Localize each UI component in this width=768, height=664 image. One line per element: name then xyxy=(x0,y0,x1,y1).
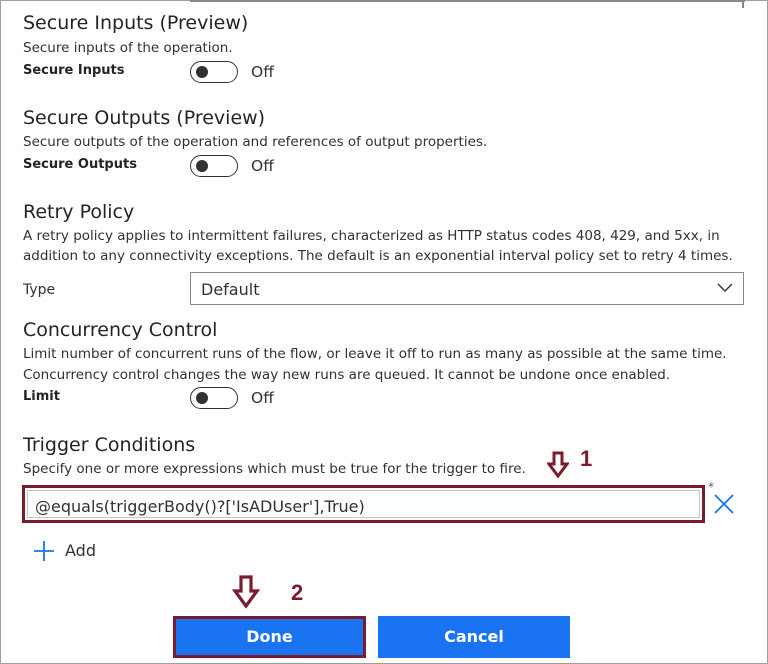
secure-inputs-label: Secure Inputs xyxy=(23,63,125,78)
secure-outputs-toggle[interactable] xyxy=(190,155,238,177)
secure-outputs-title: Secure Outputs (Preview) xyxy=(23,107,266,129)
annotation-marker-1: 1 xyxy=(580,446,593,471)
trigger-conditions-title: Trigger Conditions xyxy=(23,434,196,456)
secure-outputs-label: Secure Outputs xyxy=(23,157,137,172)
trigger-condition-input[interactable] xyxy=(33,492,677,520)
concurrency-title: Concurrency Control xyxy=(23,319,218,341)
retry-policy-description-2: addition to any connectivity exceptions.… xyxy=(23,248,733,264)
arrow-down-icon xyxy=(547,451,569,479)
trigger-condition-field xyxy=(22,485,705,523)
annotation-marker-2: 2 xyxy=(291,580,304,605)
concurrency-limit-toggle[interactable] xyxy=(190,387,238,409)
retry-type-label: Type xyxy=(23,282,56,298)
secure-inputs-toggle[interactable] xyxy=(190,61,238,83)
arrow-down-icon xyxy=(232,575,260,609)
close-icon[interactable] xyxy=(712,492,736,516)
add-condition-label: Add xyxy=(65,541,96,560)
secure-outputs-description: Secure outputs of the operation and refe… xyxy=(23,134,488,150)
secure-outputs-state: Off xyxy=(251,157,274,175)
retry-policy-title: Retry Policy xyxy=(23,201,135,223)
concurrency-description-2: Concurrency control changes the way new … xyxy=(23,367,671,383)
cancel-button[interactable]: Cancel xyxy=(378,616,570,658)
top-field-border-right xyxy=(742,0,744,8)
chevron-down-icon xyxy=(717,283,733,292)
concurrency-limit-state: Off xyxy=(251,389,274,407)
toggle-knob xyxy=(196,159,208,172)
retry-type-select[interactable]: Default xyxy=(190,272,744,305)
secure-inputs-state: Off xyxy=(251,63,274,81)
done-button[interactable]: Done xyxy=(173,616,366,658)
toggle-knob xyxy=(196,65,208,78)
top-field-border xyxy=(190,0,745,2)
secure-inputs-description: Secure inputs of the operation. xyxy=(23,40,233,56)
trigger-conditions-description: Specify one or more expressions which mu… xyxy=(23,461,526,477)
retry-type-value: Default xyxy=(201,280,260,299)
secure-inputs-title: Secure Inputs (Preview) xyxy=(23,12,249,34)
retry-policy-description-1: A retry policy applies to intermittent f… xyxy=(23,228,720,244)
toggle-knob xyxy=(196,391,208,404)
concurrency-description-1: Limit number of concurrent runs of the f… xyxy=(23,346,727,362)
plus-icon xyxy=(34,541,54,561)
concurrency-limit-label: Limit xyxy=(23,389,60,404)
